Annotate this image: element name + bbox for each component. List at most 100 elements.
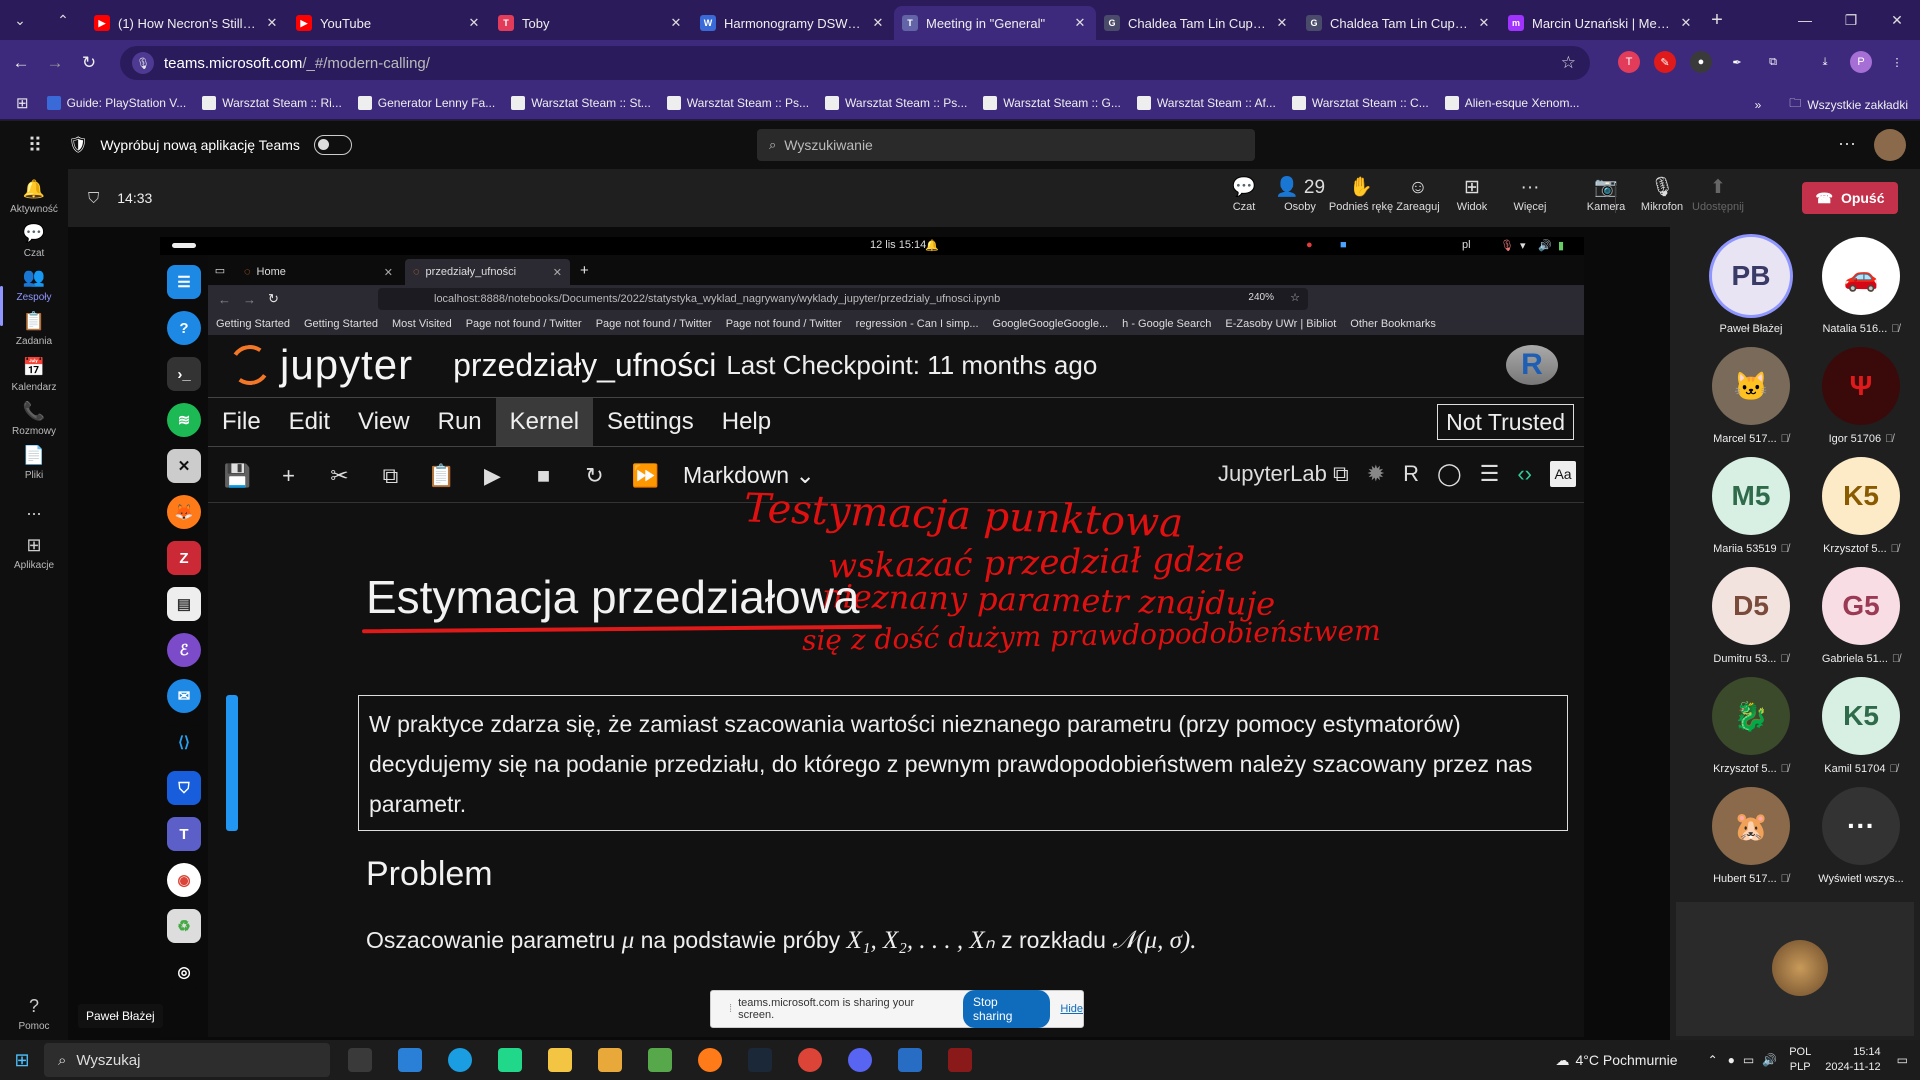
dock-trash-icon[interactable]: ♻ [167,909,201,943]
firefox-bookmark-item[interactable]: Page not found / Twitter [726,318,842,330]
firefox-bookmark-item[interactable]: Getting Started [216,318,290,330]
extension-t-icon[interactable]: T [1618,51,1640,73]
firefox-bookmark-item[interactable]: Most Visited [392,318,452,330]
firefox-bookmark-item[interactable]: Other Bookmarks [1350,318,1436,330]
dock-spotify-icon[interactable]: ≋ [167,403,201,437]
profile-avatar[interactable]: P [1850,51,1872,73]
firefox-reload-icon[interactable]: ↻ [268,291,279,307]
meeting-control[interactable]: ☺ Zareaguj [1390,175,1446,213]
try-new-teams-toggle[interactable] [313,135,352,155]
self-view[interactable] [1676,902,1914,1036]
tab-search-chevron-icon[interactable]: ⌄ [0,0,40,40]
rail-item[interactable]: ⊞ Aplikacje [0,535,68,571]
bookmark-item[interactable]: Warsztat Steam :: C... [1291,95,1429,110]
bookmark-item[interactable]: Generator Lenny Fa... [357,95,495,110]
firefox-zoom-level[interactable]: 240% [1248,292,1274,303]
bookmark-item[interactable]: Warsztat Steam :: Ps... [825,95,967,110]
browser-tab[interactable]: m Marcin Uznański | Messe ✕ [1500,6,1702,40]
jupyter-menu-item[interactable]: View [344,398,424,446]
participant-tile[interactable]: 🐉 Krzysztof 5... 🎙̸ [1696,677,1806,775]
firefox-tab-home[interactable]: ◌ Home ✕ [236,259,401,285]
run-all-icon[interactable]: ⏩ [620,463,671,489]
meeting-control[interactable]: 👤 29 Osoby [1272,175,1328,213]
notepad-icon[interactable] [648,1048,672,1072]
dock-emacs-icon[interactable]: ℰ [167,633,201,667]
rail-help[interactable]: ? Pomoc [0,996,68,1032]
reload-icon[interactable]: ↻ [72,53,106,73]
browser-tab[interactable]: T Toby ✕ [490,6,692,40]
participant-tile[interactable]: G5 Gabriela 51... 🎙̸ [1806,567,1916,665]
chrome-icon[interactable] [798,1048,822,1072]
close-tab-icon[interactable]: ✕ [1274,15,1290,31]
dock-help-icon[interactable]: ? [167,311,201,345]
save-icon[interactable]: 💾 [212,463,263,489]
extension-pen-icon[interactable]: ✎ [1654,51,1676,73]
close-window-icon[interactable]: ✕ [1874,0,1920,40]
close-tab-icon[interactable]: ✕ [870,15,886,31]
firefox-icon[interactable] [698,1048,722,1072]
dock-thunderbird-icon[interactable]: ✉ [167,679,201,713]
meeting-control[interactable]: ✋ Podnieś rękę [1328,175,1394,213]
markdown-cell[interactable]: W praktyce zdarza się, że zamiast szacow… [358,695,1568,831]
bookmark-item[interactable]: Warsztat Steam :: St... [511,95,651,110]
rail-item[interactable]: 📅 Kalendarz [0,357,68,393]
firefox-star-icon[interactable]: ☆ [1290,291,1300,304]
stop-sharing-button[interactable]: Stop sharing [963,990,1051,1028]
dock-reader-icon[interactable]: ▤ [167,587,201,621]
browser-tab[interactable]: G Chaldea Tam Lin Cup - W ✕ [1096,6,1298,40]
leave-meeting-button[interactable]: ☎ Opuść [1802,182,1898,214]
copy-icon[interactable]: ⧉ [365,463,416,489]
r-icon[interactable] [898,1048,922,1072]
meeting-info-shield-icon[interactable]: ⛉ [88,190,99,207]
chrome-menu-icon[interactable]: ⋮ [1886,51,1908,73]
restore-icon[interactable]: ❐ [1828,0,1874,40]
participant-tile[interactable]: M5 Mariia 53519 🎙̸ [1696,457,1806,555]
dock-docs-icon[interactable]: ☰ [167,265,201,299]
jupyter-menu-item[interactable]: File [208,398,275,446]
apps-grid-icon[interactable]: ⊞ [16,94,29,112]
firefox-bookmark-item[interactable]: Getting Started [304,318,378,330]
back-icon[interactable]: ← [4,53,38,73]
participant-tile[interactable]: K5 Kamil 51704 🎙̸ [1806,677,1916,775]
discord-icon[interactable] [848,1048,872,1072]
close-tab-icon[interactable]: ✕ [668,15,684,31]
debugger-icon[interactable]: ✹ [1367,461,1385,487]
tab-group-icon[interactable]: ⌃ [40,0,86,40]
firefox-back-icon[interactable]: ← [218,292,231,307]
meeting-control[interactable]: 🎙 Mikrofon [1634,175,1690,213]
meeting-control[interactable]: 📷 Kamera [1578,175,1634,213]
jupyter-logo[interactable]: jupyter [226,341,413,389]
teams-search-input[interactable]: ⌕ Wyszukiwanie [757,129,1255,161]
taskbar-clock[interactable]: 15:14 2024-11-12 [1825,1045,1880,1075]
downloads-icon[interactable]: ⤓ [1814,51,1836,73]
restart-icon[interactable]: ↻ [569,463,620,489]
participant-tile[interactable]: Ψ Igor 51706 🎙̸ [1806,347,1916,445]
extensions-puzzle-icon[interactable]: ⧉ [1762,51,1784,73]
firefox-url-input[interactable]: localhost:8888/notebooks/Documents/2022/… [378,288,1308,310]
all-bookmarks-link[interactable]: Wszystkie zakładki [1807,98,1908,112]
browser-tab[interactable]: ▶ YouTube ✕ [288,6,490,40]
dock-x-icon[interactable]: ✕ [167,449,201,483]
bookmark-item[interactable]: Alien-esque Xenom... [1444,95,1579,110]
close-tab-icon[interactable]: ✕ [1678,15,1694,31]
kernel-name[interactable]: R [1403,461,1419,487]
taskbar-app-icon[interactable] [398,1048,422,1072]
volume-icon[interactable]: 🔊 [1762,1053,1777,1067]
close-tab-icon[interactable]: ✕ [384,266,393,279]
rail-item[interactable]: ... [0,499,68,524]
font-settings-icon[interactable]: Aa [1550,461,1576,487]
rail-item[interactable]: 📄 Pliki [0,445,68,481]
participant-tile[interactable]: ··· Wyświetl wszys... [1806,787,1916,885]
browser-tab[interactable]: G Chaldea Tam Lin Cup - E ✕ [1298,6,1500,40]
bookmark-item[interactable]: Guide: PlayStation V... [46,95,186,110]
pycharm-icon[interactable] [498,1048,522,1072]
network-icon[interactable]: ▭ [1743,1053,1754,1067]
jupyter-menu-item[interactable]: Kernel [495,398,594,446]
dock-zotero-icon[interactable]: Z [167,541,201,575]
tray-overflow-icon[interactable]: ⌃ [1708,1053,1718,1067]
code-icon[interactable]: ‹› [1517,461,1532,487]
notebook-title[interactable]: przedziały_ufności [453,347,716,384]
dock-bitwarden-icon[interactable]: ⛉ [167,771,201,805]
rail-item[interactable]: 📞 Rozmowy [0,401,68,437]
close-tab-icon[interactable]: ✕ [264,15,280,31]
